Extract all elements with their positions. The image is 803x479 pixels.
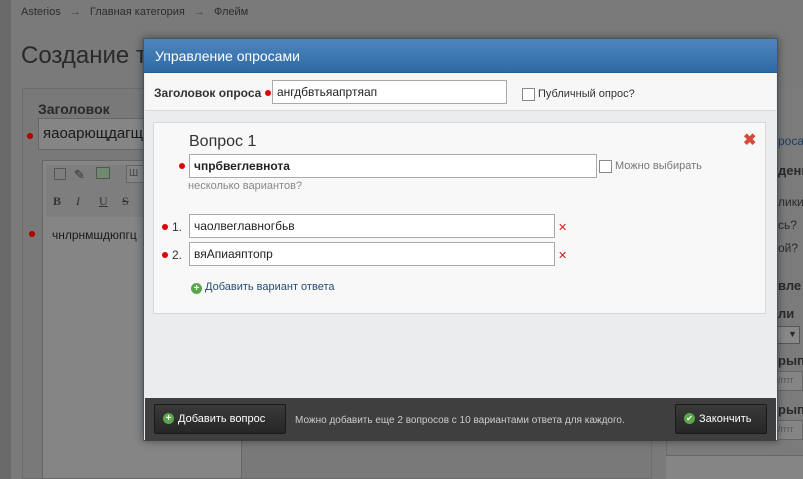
limit-note: Можно добавить еще 2 вопросов с 10 вариа… (295, 415, 625, 426)
sidebar-bottom-bar (666, 455, 803, 479)
add-question-button[interactable]: + Добавить вопрос (154, 404, 286, 434)
multiple-choice-label: Можно выбирать (615, 160, 702, 172)
required-dot (162, 224, 168, 230)
required-dot (162, 252, 168, 258)
title-label: Заголовок (38, 101, 110, 117)
breadcrumb-separator: → (193, 6, 205, 18)
editor-eraser-icon[interactable]: ✎ (74, 167, 85, 183)
multiple-choice-hint: несколько вариантов? (188, 180, 303, 192)
check-icon: ✔ (684, 412, 695, 424)
page-title: Создание т (21, 42, 147, 69)
date-input[interactable]: /гггг (776, 420, 803, 440)
multiple-choice-checkbox[interactable] (599, 160, 612, 173)
sidebar-question: сь? (778, 218, 797, 232)
strikethrough-icon[interactable]: S (122, 194, 129, 209)
required-dot (179, 163, 185, 169)
poll-title-input[interactable]: ангдбвтьяапртяап (272, 80, 507, 104)
chevron-down-icon: ▼ (788, 329, 797, 339)
finish-button[interactable]: ✔ Закончить (675, 404, 767, 434)
plus-icon: + (163, 412, 174, 424)
question-title: Вопрос 1 (189, 133, 257, 150)
question-text-input[interactable]: чпрбвеглевнота (189, 154, 597, 178)
remove-option-icon[interactable]: ✕ (558, 249, 567, 262)
public-poll-label: Публичный опрос? (538, 88, 635, 100)
remove-question-icon[interactable]: ✖ (743, 133, 756, 149)
breadcrumb-separator: → (69, 6, 81, 18)
breadcrumb-item-category[interactable]: Главная категория (90, 6, 185, 18)
plus-icon: + (191, 283, 202, 294)
breadcrumb-item-home[interactable]: Asterios (21, 6, 61, 18)
sidebar-question: ой? (778, 241, 799, 255)
breadcrumb: Asterios → Главная категория → Флейм (21, 6, 254, 18)
answer-option-input[interactable]: чаолвеглавногбьв (189, 214, 555, 238)
poll-manage-link[interactable]: росами (778, 134, 803, 148)
required-dot (265, 90, 271, 96)
sidebar-section-heading: рыпи (778, 402, 803, 417)
editor-image-icon[interactable] (54, 168, 66, 180)
option-number: 1. (172, 220, 183, 234)
required-dot (29, 231, 35, 237)
editor-content[interactable]: чнлрнмшдюпгц (52, 228, 137, 242)
left-strip (0, 0, 11, 479)
public-poll-checkbox[interactable] (522, 88, 535, 101)
underline-icon[interactable]: U (99, 194, 108, 209)
finish-label: Закончить (699, 413, 752, 425)
sidebar-section-heading: рыпи (778, 353, 803, 368)
sidebar-section-heading: вле (778, 278, 802, 293)
answer-option-input[interactable]: вяАпиаяптопр (189, 242, 555, 266)
editor-table-icon[interactable] (96, 167, 110, 179)
poll-title-row: Заголовок опроса ангдбвтьяапртяап Публич… (145, 73, 776, 111)
remove-option-icon[interactable]: ✕ (558, 221, 567, 234)
sidebar-section-heading: дения (778, 163, 803, 178)
breadcrumb-item-flame[interactable]: Флейм (214, 6, 248, 18)
bold-icon[interactable]: B (53, 194, 61, 209)
sidebar-question: лики? (778, 195, 803, 209)
question-card: Вопрос 1 ✖ чпрбвеглевнота Можно выбирать… (153, 122, 766, 314)
option-number: 2. (172, 248, 183, 262)
add-question-label: Добавить вопрос (178, 413, 266, 425)
dialog-title: Управление опросами (155, 48, 300, 64)
italic-icon[interactable]: I (76, 194, 80, 209)
required-dot (27, 133, 33, 139)
dialog-header: Управление опросами (144, 39, 777, 73)
poll-manager-dialog: Управление опросами Заголовок опроса анг… (143, 38, 778, 441)
poll-title-label: Заголовок опроса (154, 86, 262, 100)
date-input[interactable]: /гггг (776, 371, 803, 391)
add-answer-option-link[interactable]: Добавить вариант ответа (205, 281, 334, 293)
sidebar-section-heading: ли (778, 306, 795, 321)
dialog-footer: + Добавить вопрос Можно добавить еще 2 во… (145, 398, 776, 441)
